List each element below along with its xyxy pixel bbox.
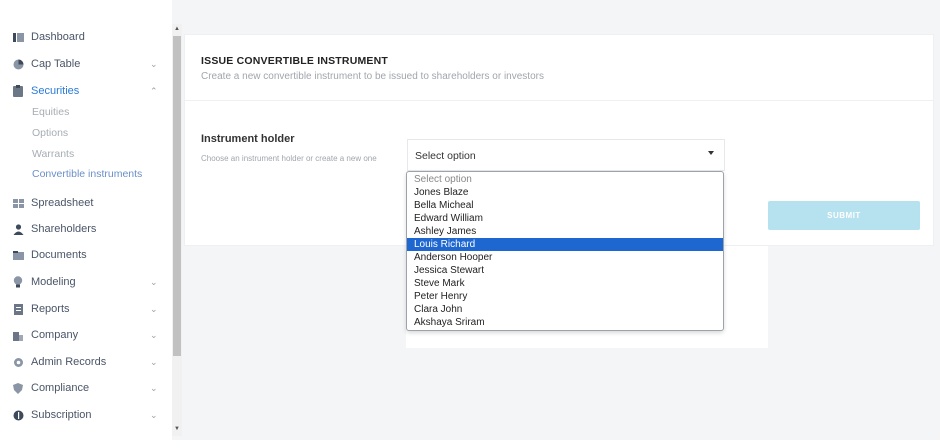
instrument-holder-select[interactable]: Select option	[407, 139, 725, 171]
person-icon	[12, 223, 24, 235]
dropdown-option[interactable]: Steve Mark	[407, 277, 723, 290]
clipboard-icon	[12, 85, 24, 97]
sidebar-item-label: Reports	[31, 303, 70, 315]
dropdown-option[interactable]: Bella Micheal	[407, 199, 723, 212]
chevron-down-icon: ⌄	[150, 356, 158, 367]
dropdown-option[interactable]: Akshaya Sriram	[407, 316, 723, 329]
caret-down-icon	[708, 151, 714, 155]
sidebar-item-label: Documents	[31, 249, 87, 261]
scroll-up-arrow-icon[interactable]: ▲	[172, 24, 182, 34]
chevron-down-icon: ⌄	[150, 303, 158, 314]
chevron-down-icon: ⌄	[150, 382, 158, 393]
chevron-down-icon: ⌄	[150, 329, 158, 340]
scrollbar-thumb[interactable]	[173, 36, 181, 356]
scroll-down-arrow-icon[interactable]: ▼	[172, 424, 182, 434]
sidebar-item-modeling[interactable]: Modeling ⌄	[0, 271, 172, 293]
sidebar-item-label: Spreadsheet	[31, 197, 94, 209]
pie-chart-icon	[12, 58, 24, 70]
select-value: Select option	[415, 150, 476, 162]
dropdown-option[interactable]: Anderson Hooper	[407, 251, 723, 264]
submit-button[interactable]: SUBMIT	[768, 201, 920, 230]
sidebar-item-company[interactable]: Company ⌄	[0, 324, 172, 346]
sidebar-item-label: Compliance	[31, 382, 90, 394]
dropdown-option[interactable]: Edward William	[407, 212, 723, 225]
gear-icon	[12, 356, 24, 368]
dropdown-option[interactable]: Ashley James	[407, 225, 723, 238]
sidebar-subitem-convertible-instruments[interactable]: Convertible instruments	[32, 166, 142, 182]
dropdown-option[interactable]: Jones Blaze	[407, 186, 723, 199]
instrument-holder-label: Instrument holder	[201, 133, 295, 145]
building-icon	[12, 329, 24, 341]
sidebar-item-securities[interactable]: Securities ⌃	[0, 80, 172, 102]
sidebar-subitem-equities[interactable]: Equities	[32, 104, 69, 120]
sidebar-subitem-warrants[interactable]: Warrants	[32, 146, 74, 162]
chevron-down-icon: ⌄	[150, 58, 158, 69]
sidebar-scrollbar[interactable]: ▲ ▼	[172, 24, 182, 436]
sidebar-item-label: Securities	[31, 85, 80, 97]
card-header: ISSUE CONVERTIBLE INSTRUMENT Create a ne…	[185, 35, 933, 101]
sidebar-item-documents[interactable]: Documents	[0, 244, 172, 266]
dropdown-option[interactable]: Peter Henry	[407, 290, 723, 303]
sidebar-item-cap-table[interactable]: Cap Table ⌄	[0, 53, 172, 75]
sidebar-item-label: Company	[31, 329, 79, 341]
dropdown-option[interactable]: Jessica Stewart	[407, 264, 723, 277]
dropdown-option[interactable]: Clara John	[407, 303, 723, 316]
page-title: ISSUE CONVERTIBLE INSTRUMENT	[201, 55, 389, 67]
sidebar-item-label: Subscription	[31, 409, 92, 421]
sidebar-item-subscription[interactable]: Subscription ⌄	[0, 404, 172, 426]
report-icon	[12, 303, 24, 315]
instrument-holder-help: Choose an instrument holder or create a …	[201, 154, 377, 163]
sidebar-item-label: Modeling	[31, 276, 76, 288]
chevron-down-icon: ⌄	[150, 409, 158, 420]
sidebar-item-dashboard[interactable]: Dashboard	[0, 26, 172, 48]
dashboard-icon	[12, 31, 24, 43]
sidebar-subitem-options[interactable]: Options	[32, 125, 68, 141]
dropdown-option-highlighted[interactable]: Louis Richard	[407, 238, 723, 251]
dollar-icon	[12, 409, 24, 421]
sidebar-item-label: Shareholders	[31, 223, 97, 235]
chevron-down-icon: ⌄	[150, 276, 158, 287]
sidebar-item-label: Admin Records	[31, 356, 107, 368]
lightbulb-icon	[12, 276, 24, 288]
chevron-up-icon: ⌃	[150, 85, 158, 96]
sidebar-item-label: Cap Table	[31, 58, 81, 70]
spreadsheet-icon	[12, 197, 24, 209]
sidebar-item-compliance[interactable]: Compliance ⌄	[0, 377, 172, 399]
sidebar-item-shareholders[interactable]: Shareholders	[0, 218, 172, 240]
page-subtitle: Create a new convertible instrument to b…	[201, 71, 544, 82]
folder-icon	[12, 249, 24, 261]
sidebar: Dashboard Cap Table ⌄ Securities ⌃ Equit…	[0, 0, 172, 440]
sidebar-item-spreadsheet[interactable]: Spreadsheet	[0, 192, 172, 214]
instrument-holder-dropdown[interactable]: Select option Jones Blaze Bella Micheal …	[406, 171, 724, 331]
sidebar-item-admin-records[interactable]: Admin Records ⌄	[0, 351, 172, 373]
sidebar-item-label: Dashboard	[31, 31, 85, 43]
dropdown-option[interactable]: Select option	[407, 173, 723, 186]
shield-icon	[12, 382, 24, 394]
sidebar-item-reports[interactable]: Reports ⌄	[0, 298, 172, 320]
